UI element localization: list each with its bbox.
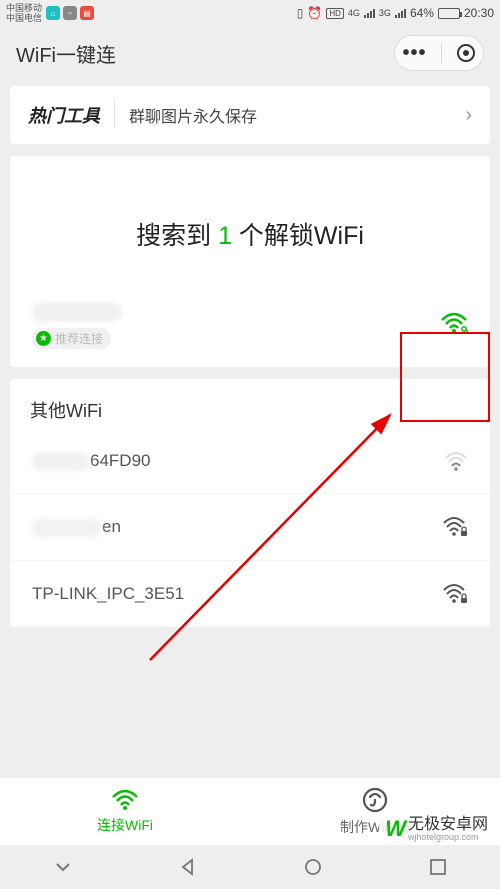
wifi-ssid: 64FD90 xyxy=(32,451,150,471)
app-title: WiFi一键连 xyxy=(16,39,116,68)
nav-home-icon[interactable] xyxy=(303,857,323,877)
promo-divider xyxy=(114,102,115,128)
battery-pct: 64% xyxy=(410,6,434,20)
carrier-label: 中国移动 中国电信 xyxy=(6,3,42,23)
promo-subtitle: 群聊图片永久保存 xyxy=(129,103,257,127)
search-result-heading: 搜索到 1 个解锁WiFi xyxy=(10,156,490,288)
clock: 20:30 xyxy=(464,6,494,20)
status-app-icon-1: ⌂ xyxy=(46,6,60,20)
net-4g-label: 4G xyxy=(348,8,360,18)
wifi-lock-icon xyxy=(442,516,468,538)
other-wifi-item[interactable]: TP-LINK_IPC_3E51 xyxy=(10,560,490,627)
close-miniprogram-icon[interactable] xyxy=(457,44,475,62)
net-3g-label: 3G xyxy=(379,8,391,18)
tab-label: 连接WiFi xyxy=(97,815,153,835)
nav-back-icon[interactable] xyxy=(178,857,198,877)
unlocked-count: 1 xyxy=(218,222,232,250)
nav-recents-icon[interactable] xyxy=(428,857,448,877)
nav-dropdown-icon[interactable] xyxy=(53,857,73,877)
hd-badge: HD xyxy=(326,8,344,19)
chevron-right-icon: › xyxy=(465,104,472,127)
status-app-icon-3: ▤ xyxy=(80,6,94,20)
battery-icon xyxy=(438,8,460,19)
wifi-weak-icon xyxy=(444,451,468,471)
capsule-menu: ••• xyxy=(394,35,484,71)
unlocked-wifi-card: 搜索到 1 个解锁WiFi ★ 推荐连接 xyxy=(10,156,490,367)
watermark: W 无极安卓网 wjhotelgroup.com xyxy=(379,813,494,845)
recommend-badge: ★ 推荐连接 xyxy=(32,328,111,349)
other-wifi-section: 其他WiFi 64FD90 en TP-LINK_IPC_3E51 xyxy=(10,379,490,627)
promo-banner[interactable]: 热门工具 群聊图片永久保存 › xyxy=(10,86,490,144)
capsule-divider xyxy=(441,43,442,63)
status-bar: 中国移动 中国电信 ⌂ ~ ▤ ▯ ⏰ HD 4G 3G 64% 20:30 xyxy=(0,0,500,26)
other-wifi-title: 其他WiFi xyxy=(10,397,490,429)
title-bar: WiFi一键连 ••• xyxy=(0,26,500,80)
wifi-icon xyxy=(111,789,139,811)
wifi-lock-icon xyxy=(442,583,468,605)
promo-title: 热门工具 xyxy=(28,102,100,128)
status-app-icon-2: ~ xyxy=(63,6,77,20)
alarm-icon: ⏰ xyxy=(307,6,322,20)
tab-connect-wifi[interactable]: 连接WiFi xyxy=(0,778,250,845)
vibrate-icon: ▯ xyxy=(297,6,304,20)
star-icon: ★ xyxy=(36,331,51,346)
wifi-key-icon xyxy=(440,312,468,339)
qrcode-gen-icon xyxy=(362,787,388,813)
other-wifi-item[interactable]: 64FD90 xyxy=(10,429,490,493)
signal-bars-1 xyxy=(364,8,375,18)
unlocked-wifi-item[interactable]: ★ 推荐连接 xyxy=(10,288,490,367)
wifi-ssid: en xyxy=(32,517,121,537)
other-wifi-item[interactable]: en xyxy=(10,493,490,560)
wifi-ssid: TP-LINK_IPC_3E51 xyxy=(32,584,184,604)
more-icon[interactable]: ••• xyxy=(402,42,426,65)
signal-bars-2 xyxy=(395,8,406,18)
watermark-text: 无极安卓网 xyxy=(408,817,488,833)
watermark-url: wjhotelgroup.com xyxy=(408,833,488,842)
wifi-ssid-redacted xyxy=(32,302,122,322)
watermark-logo: W xyxy=(385,816,404,842)
android-nav-bar xyxy=(0,845,500,889)
